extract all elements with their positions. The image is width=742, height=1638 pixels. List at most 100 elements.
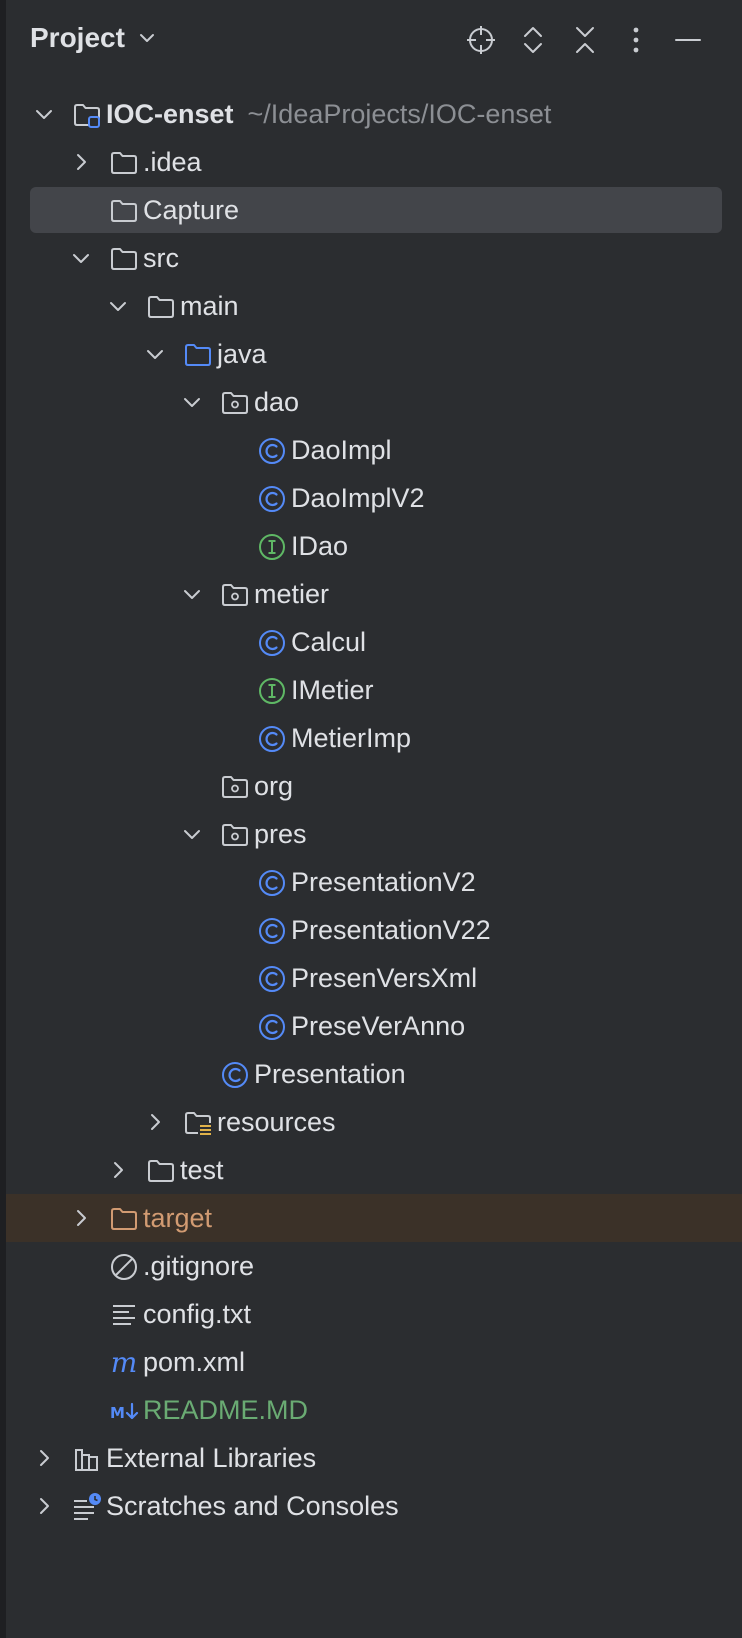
chevron-right-icon[interactable]	[143, 1110, 167, 1134]
class-icon	[259, 630, 285, 656]
node-name: PresentationV22	[291, 915, 491, 945]
project-view-selector[interactable]: Project	[30, 22, 157, 54]
tree-node-config-txt[interactable]: config.txt	[0, 1290, 742, 1338]
expand-all-icon	[524, 27, 542, 53]
text-file-icon	[113, 1305, 135, 1325]
folder-icon	[148, 296, 174, 318]
tree-node-pres[interactable]: pres	[0, 810, 742, 858]
tree-node-resources[interactable]: resources	[0, 1098, 742, 1146]
node-name: test	[180, 1155, 224, 1185]
collapse-all-button[interactable]	[565, 20, 605, 60]
module-folder-icon	[74, 104, 100, 128]
chevron-down-icon[interactable]	[106, 294, 130, 318]
chevron-right-icon[interactable]	[106, 1158, 130, 1182]
tree-node-label: java	[217, 338, 267, 370]
node-name: IDao	[291, 531, 349, 561]
chevron-down-icon[interactable]	[32, 102, 56, 126]
node-name: config.txt	[143, 1299, 252, 1329]
chevron-down-icon[interactable]	[180, 822, 204, 846]
interface-icon	[259, 678, 285, 704]
tree-node-label: org	[254, 770, 293, 802]
tree-node-presentationv22[interactable]: PresentationV22	[0, 906, 742, 954]
tree-node-label: Calcul	[291, 626, 366, 658]
libraries-icon	[75, 1449, 98, 1471]
tree-node-readme-md[interactable]: M README.MD	[0, 1386, 742, 1434]
tree-node-gitignore[interactable]: .gitignore	[0, 1242, 742, 1290]
tree-node-external-libraries[interactable]: External Libraries	[0, 1434, 742, 1482]
tree-node-ioc-enset[interactable]: IOC-enset ~/IdeaProjects/IOC-enset	[0, 90, 742, 138]
class-icon	[259, 726, 285, 752]
package-icon	[222, 392, 248, 414]
tree-node-label: IOC-enset ~/IdeaProjects/IOC-enset	[106, 98, 551, 130]
svg-text:m: m	[111, 1348, 138, 1378]
node-name: .gitignore	[143, 1251, 255, 1281]
tree-node-label: IMetier	[291, 674, 374, 706]
node-name: Presentation	[254, 1059, 406, 1089]
tree-node-idea[interactable]: .idea	[0, 138, 742, 186]
chevron-down-icon[interactable]	[69, 246, 93, 270]
select-opened-file-button[interactable]	[461, 20, 501, 60]
node-name: pom.xml	[143, 1347, 246, 1377]
tree-node-label: target	[143, 1202, 212, 1234]
node-name: main	[180, 291, 239, 321]
tree-node-label: MetierImp	[291, 722, 411, 754]
node-name: README.MD	[143, 1395, 309, 1425]
node-name: java	[217, 339, 267, 369]
node-name: metier	[254, 579, 330, 609]
tree-node-calcul[interactable]: Calcul	[0, 618, 742, 666]
tree-node-main[interactable]: main	[0, 282, 742, 330]
chevron-right-icon[interactable]	[69, 1206, 93, 1230]
tree-node-preseveranno[interactable]: PreseVerAnno	[0, 1002, 742, 1050]
chevron-down-icon[interactable]	[180, 390, 204, 414]
tree-node-presentationv2[interactable]: PresentationV2	[0, 858, 742, 906]
module-path: ~/IdeaProjects/IOC-enset	[247, 99, 552, 129]
svg-text:M: M	[110, 1404, 125, 1422]
tree-node-imetier[interactable]: IMetier	[0, 666, 742, 714]
tree-node-idao[interactable]: IDao	[0, 522, 742, 570]
node-name: DaoImplV2	[291, 483, 425, 513]
hide-panel-button[interactable]	[668, 20, 708, 60]
tree-node-java[interactable]: java	[0, 330, 742, 378]
chevron-down-icon[interactable]	[143, 342, 167, 366]
package-icon	[222, 776, 248, 798]
node-name: pres	[254, 819, 307, 849]
node-name: Scratches and Consoles	[106, 1491, 399, 1521]
markdown-icon: M	[110, 1402, 139, 1422]
tree-node-presentation[interactable]: Presentation	[0, 1050, 742, 1098]
hide-panel-icon	[675, 39, 701, 41]
chevron-down-icon[interactable]	[180, 582, 204, 606]
tree-node-label: PresentationV2	[291, 866, 476, 898]
tree-node-metier[interactable]: metier	[0, 570, 742, 618]
tree-node-label: IDao	[291, 530, 348, 562]
tree-node-pom-xml[interactable]: m pom.xml	[0, 1338, 742, 1386]
tree-node-org[interactable]: org	[0, 762, 742, 810]
tree-node-scratches-and-consoles[interactable]: Scratches and Consoles	[0, 1482, 742, 1530]
tree-node-presenversxml[interactable]: PresenVersXml	[0, 954, 742, 1002]
tree-node-dao[interactable]: dao	[0, 378, 742, 426]
class-icon	[259, 870, 285, 896]
chevron-right-icon[interactable]	[69, 150, 93, 174]
tree-node-metierimp[interactable]: MetierImp	[0, 714, 742, 762]
tree-node-label: main	[180, 290, 239, 322]
tree-node-target[interactable]: target	[0, 1194, 742, 1242]
chevron-right-icon[interactable]	[32, 1446, 56, 1470]
class-icon	[222, 1062, 248, 1088]
node-name: dao	[254, 387, 300, 417]
source-folder-icon	[185, 344, 211, 366]
tree-node-capture[interactable]: Capture	[0, 186, 742, 234]
tree-node-test[interactable]: test	[0, 1146, 742, 1194]
expand-all-button[interactable]	[513, 20, 553, 60]
project-tree[interactable]: IOC-enset ~/IdeaProjects/IOC-enset .idea Ca…	[0, 90, 742, 1530]
tree-node-daoimplv2[interactable]: DaoImplV2	[0, 474, 742, 522]
tree-node-daoimpl[interactable]: DaoImpl	[0, 426, 742, 474]
node-name: .idea	[143, 147, 202, 177]
tree-node-label: .idea	[143, 146, 202, 178]
node-name: target	[143, 1203, 213, 1233]
options-button[interactable]	[616, 20, 656, 60]
class-icon	[259, 438, 285, 464]
node-name: PreseVerAnno	[291, 1011, 466, 1041]
tree-node-label: PreseVerAnno	[291, 1010, 465, 1042]
tree-node-src[interactable]: src	[0, 234, 742, 282]
folder-icon	[111, 152, 137, 174]
chevron-right-icon[interactable]	[32, 1494, 56, 1518]
